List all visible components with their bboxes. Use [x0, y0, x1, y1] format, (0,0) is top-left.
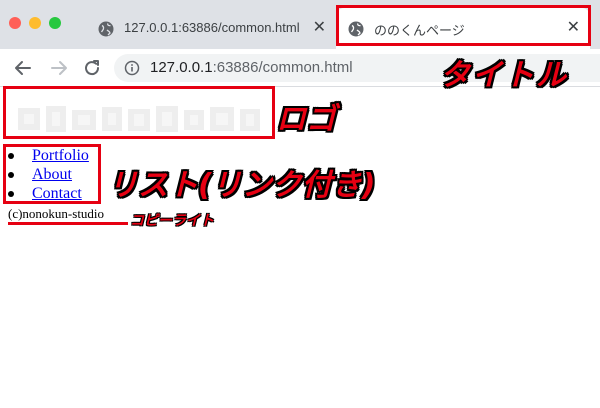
back-arrow-icon[interactable] [12, 57, 34, 79]
url-host: 127.0.0.1 [150, 59, 213, 76]
logo-annotation: ロゴ [276, 102, 336, 137]
title-highlight-box [336, 5, 591, 46]
copyright-text: (c)nonokun-studio [8, 206, 105, 221]
window-zoom-button[interactable] [49, 17, 61, 29]
reload-icon[interactable] [81, 57, 103, 79]
title-annotation: タイトル [440, 58, 568, 93]
forward-arrow-icon[interactable] [48, 57, 70, 79]
tab-common-html[interactable]: 127.0.0.1:63886/common.html ✕ [86, 8, 336, 49]
globe-icon [98, 21, 114, 37]
logo-highlight-box [3, 86, 275, 139]
list-annotation: リスト(リンク付き) [108, 168, 376, 203]
list-highlight-box [3, 144, 101, 204]
tab-title: 127.0.0.1:63886/common.html [124, 20, 300, 35]
info-icon[interactable] [124, 60, 140, 76]
window-close-button[interactable] [9, 17, 21, 29]
copyright-annotation: コピーライト [130, 213, 214, 229]
copyright-underline [8, 222, 128, 225]
tab-close-icon[interactable]: ✕ [313, 18, 326, 38]
window-minimize-button[interactable] [29, 17, 41, 29]
url-text[interactable]: 127.0.0.1:63886/common.html [150, 59, 353, 76]
url-path: :63886/common.html [212, 59, 353, 76]
